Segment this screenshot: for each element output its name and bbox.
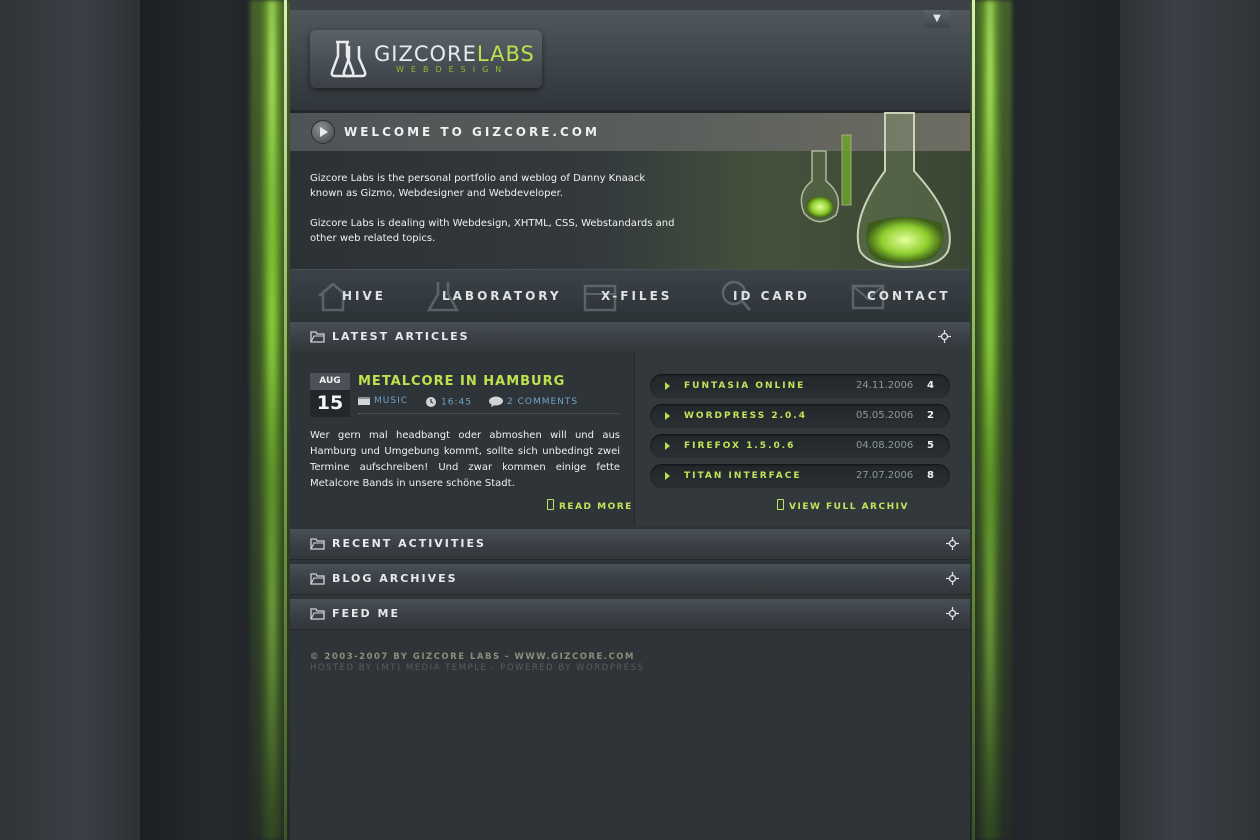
comment-icon	[489, 396, 503, 407]
nav-label: X-FILES	[601, 289, 673, 303]
featured-post: AUG 15 METALCORE IN HAMBURG MUSIC 16:45 …	[290, 352, 634, 526]
category-icon	[358, 396, 370, 405]
archive-title: FUNTASIA ONLINE	[684, 381, 806, 391]
post-category: MUSIC	[374, 396, 409, 406]
list-item[interactable]: WORDPRESS 2.0.4 05.05.2006 2	[650, 404, 950, 428]
site-footer: © 2003-2007 BY GIZCORE LABS - WWW.GIZCOR…	[310, 652, 644, 673]
right-glow-line	[972, 0, 975, 840]
nav-label: CONTACT	[867, 289, 951, 303]
latest-articles-content: AUG 15 METALCORE IN HAMBURG MUSIC 16:45 …	[290, 352, 970, 526]
top-strip	[290, 0, 970, 10]
read-more-link[interactable]: READ MORE	[547, 499, 633, 512]
nav-label: HIVE	[342, 289, 386, 303]
post-comments: 2 COMMENTS	[507, 397, 579, 407]
flask-logo-icon	[330, 40, 367, 78]
list-item[interactable]: FIREFOX 1.5.0.6 04.08.2006 5	[650, 434, 950, 458]
post-month: AUG	[310, 373, 350, 390]
move-toggle-icon[interactable]	[946, 572, 959, 585]
post-date: AUG 15	[310, 373, 350, 417]
archive-date: 04.08.2006	[856, 440, 914, 451]
section-feed-me[interactable]: FEED ME	[290, 599, 970, 630]
archive-date: 05.05.2006	[856, 410, 914, 421]
nav-item-contact[interactable]: CONTACT	[850, 270, 960, 322]
lab-flasks-icon	[800, 112, 951, 269]
arrow-icon	[547, 499, 554, 510]
nav-item-laboratory[interactable]: LABORATORY	[425, 270, 565, 322]
archive-comment-count: 8	[927, 470, 934, 481]
archive-title: WORDPRESS 2.0.4	[684, 411, 807, 421]
archive-comment-count: 5	[927, 440, 934, 451]
archive-date: 27.07.2006	[856, 470, 914, 481]
archive-comment-count: 2	[927, 410, 934, 421]
logo-wordmark: GIZCORELABS	[374, 42, 535, 66]
section-title: RECENT ACTIVITIES	[332, 537, 486, 550]
copyright-text: © 2003-2007 BY GIZCORE LABS - WWW.GIZCOR…	[310, 652, 635, 662]
post-time: 16:45	[425, 396, 472, 408]
post-comments-link[interactable]: 2 COMMENTS	[489, 396, 578, 407]
right-outer-band	[1120, 0, 1260, 840]
list-item[interactable]: TITAN INTERFACE 27.07.2006 8	[650, 464, 950, 488]
post-time-value: 16:45	[441, 397, 472, 408]
nav-label: ID CARD	[733, 289, 810, 303]
arrow-right-icon	[665, 472, 670, 480]
section-title: LATEST ARTICLES	[332, 330, 470, 343]
main-panel: GIZCORELABS WEBDESIGN ▼ WELCOME TO GIZCO…	[290, 0, 970, 840]
intro-text: Gizcore Labs is the personal portfolio a…	[310, 171, 680, 261]
dropdown-toggle-button[interactable]: ▼	[924, 10, 950, 28]
folder-icon	[310, 573, 325, 585]
logo-subtitle: WEBDESIGN	[396, 65, 509, 74]
welcome-title: WELCOME TO GIZCORE.COM	[344, 125, 600, 139]
move-toggle-icon[interactable]	[946, 607, 959, 620]
section-recent-activities[interactable]: RECENT ACTIVITIES	[290, 529, 970, 560]
logo-part-2: LABS	[476, 42, 535, 66]
folder-icon	[310, 331, 325, 343]
left-green-glow	[250, 0, 294, 840]
play-icon	[312, 121, 334, 143]
post-excerpt: Wer gern mal headbangt oder abmoshen wil…	[310, 430, 620, 489]
post-day: 15	[310, 390, 350, 417]
welcome-intro: Gizcore Labs is the personal portfolio a…	[290, 112, 970, 269]
arrow-right-icon	[665, 442, 670, 450]
folder-icon	[310, 608, 325, 620]
view-full-archive-label: VIEW FULL ARCHIV	[789, 502, 909, 512]
arrow-right-icon	[665, 412, 670, 420]
archive-title: TITAN INTERFACE	[684, 471, 802, 481]
folder-icon	[310, 538, 325, 550]
section-title: FEED ME	[332, 607, 400, 620]
view-full-archive-link[interactable]: VIEW FULL ARCHIV	[777, 499, 909, 512]
post-title-link[interactable]: METALCORE IN HAMBURG	[358, 374, 565, 389]
chevron-down-icon: ▼	[933, 13, 941, 24]
left-glow-line	[284, 0, 287, 840]
arrow-right-icon	[665, 382, 670, 390]
move-toggle-icon[interactable]	[946, 537, 959, 550]
post-meta: MUSIC 16:45 2 COMMENTS	[358, 395, 620, 414]
archive-date: 24.11.2006	[856, 380, 914, 391]
intro-paragraph: Gizcore Labs is dealing with Webdesign, …	[310, 218, 675, 244]
site-header: GIZCORELABS WEBDESIGN ▼	[290, 10, 970, 113]
main-navigation: HIVE LABORATORY X-FILES ID CARD CONTACT	[290, 269, 970, 322]
nav-item-x-files[interactable]: X-FILES	[582, 270, 682, 322]
section-blog-archives[interactable]: BLOG ARCHIVES	[290, 564, 970, 595]
post-category-link[interactable]: MUSIC	[358, 396, 408, 406]
list-item[interactable]: FUNTASIA ONLINE 24.11.2006 4	[650, 374, 950, 398]
nav-item-id-card[interactable]: ID CARD	[718, 270, 818, 322]
site-logo[interactable]: GIZCORELABS WEBDESIGN	[310, 30, 542, 88]
archive-title: FIREFOX 1.5.0.6	[684, 441, 796, 451]
logo-part-1: GIZCORE	[374, 42, 477, 66]
section-title: BLOG ARCHIVES	[332, 572, 458, 585]
left-outer-band	[0, 0, 140, 840]
intro-paragraph: Gizcore Labs is the personal portfolio a…	[310, 173, 646, 199]
section-latest-articles[interactable]: LATEST ARTICLES	[290, 322, 970, 353]
move-toggle-icon[interactable]	[938, 330, 951, 343]
archive-comment-count: 4	[927, 380, 934, 391]
clock-icon	[426, 397, 436, 407]
nav-label: LABORATORY	[442, 289, 562, 303]
hosting-text: HOSTED BY (MT) MEDIA TEMPLE - POWERED BY…	[310, 663, 645, 673]
arrow-icon	[777, 499, 784, 510]
nav-item-hive[interactable]: HIVE	[315, 270, 425, 322]
read-more-label: READ MORE	[559, 502, 633, 512]
